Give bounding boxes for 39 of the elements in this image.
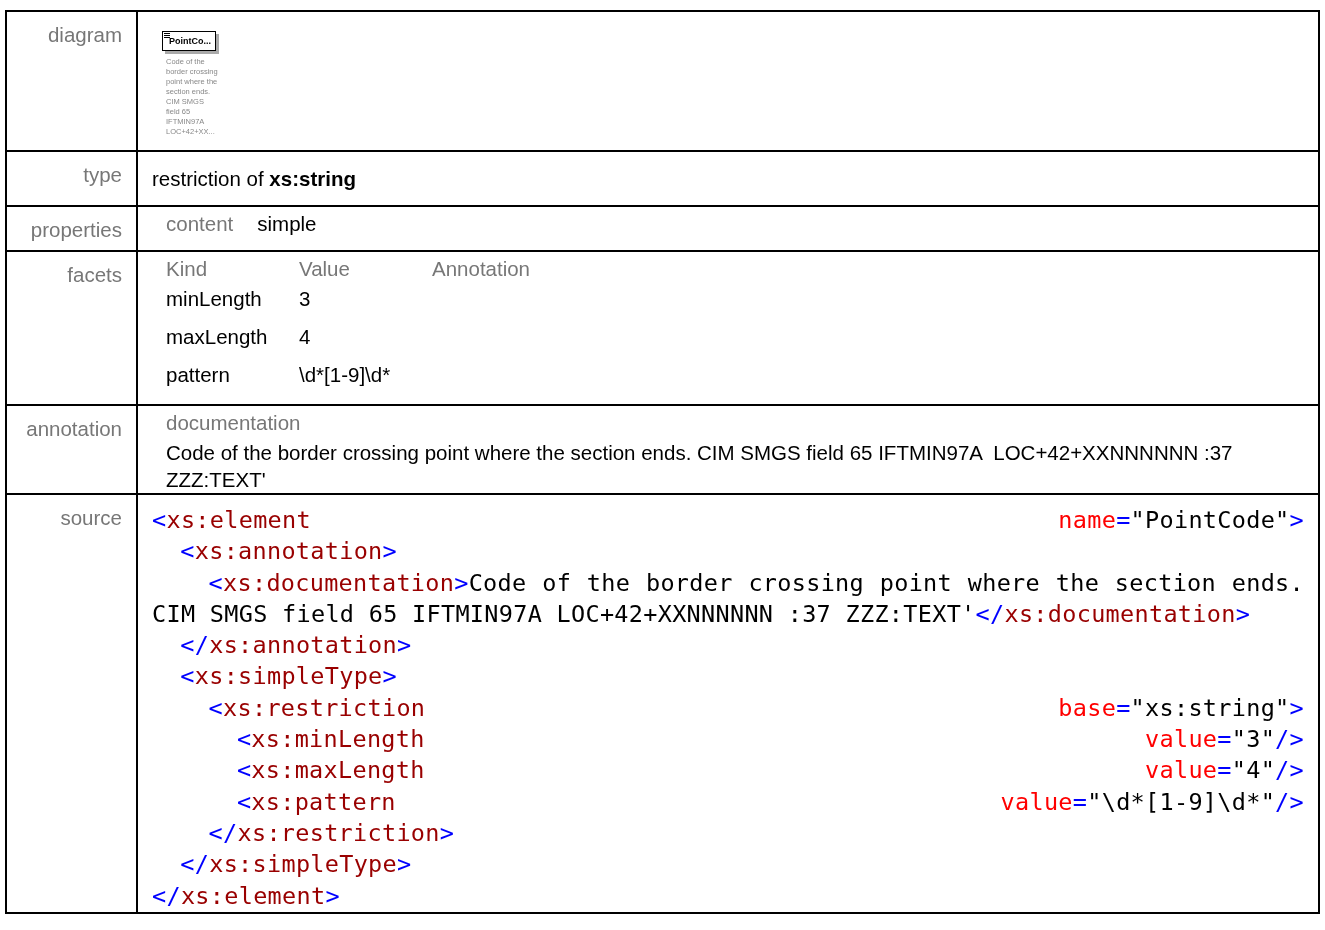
property-value: simple <box>257 210 317 237</box>
code-line: <xs:simpleType> <box>180 661 397 693</box>
row-label: diagram <box>6 11 137 151</box>
annotation-text: Code of the border crossing point where the section ends. CIM SMGS field 65 IFTMIN97A LOC+42+XXNNNNNN :37 ZZZ:TEXT' <box>166 440 1234 493</box>
code-line: <xs:restriction <box>208 692 426 724</box>
code-line: <xs:element <box>152 505 311 536</box>
code-line: <xs:maxLength <box>236 755 425 787</box>
code-line: <xs:annotation> <box>180 536 397 568</box>
code-line: <xs:pattern <box>236 786 396 818</box>
lines-icon <box>164 33 170 38</box>
code-line: </xs:element> <box>152 881 340 910</box>
code-attribute: value="\d*[1-9]\d*"/> <box>1000 786 1304 818</box>
code-attribute: base="xs:string"> <box>1058 692 1304 724</box>
annotation-heading: documentation <box>166 410 302 437</box>
facet-kind: pattern <box>166 363 230 387</box>
code-line: </xs:restriction> <box>208 818 455 847</box>
row-label: annotation <box>6 405 137 494</box>
code-attribute: value="3"/> <box>1145 724 1304 756</box>
row-label: source <box>6 494 137 913</box>
row-label: facets <box>6 250 137 406</box>
facet-kind: minLength <box>166 287 262 311</box>
facet-kind: maxLength <box>166 325 268 349</box>
code-line: </xs:simpleType> <box>180 850 412 879</box>
code-attribute: value="4"/> <box>1145 755 1304 787</box>
element-box: PointCo... <box>162 31 216 51</box>
row-label: type <box>6 151 137 206</box>
facet-value: \d*[1-9]\d* <box>299 363 391 387</box>
facet-value: 4 <box>299 325 311 349</box>
column-header: Kind <box>166 256 208 280</box>
row-label: properties <box>6 205 137 251</box>
column-header: Annotation <box>432 256 531 280</box>
type-text: restriction of xs:string <box>152 167 356 190</box>
property-name: content <box>166 210 234 237</box>
code-text: <xs:documentation>Code of the border crossing point where the section ends. CIM SMGS field 65 IFTMIN97A LOC+42+XXNNNNNN :37 ZZZ:TEXT'</xs:documentation> <box>152 567 1304 630</box>
column-header: Value <box>299 256 350 280</box>
code-line: <xs:minLength <box>236 724 425 756</box>
code-line: </xs:annotation> <box>180 631 412 660</box>
code-attribute: name="PointCode"> <box>1058 505 1304 536</box>
facet-value: 3 <box>299 287 311 311</box>
